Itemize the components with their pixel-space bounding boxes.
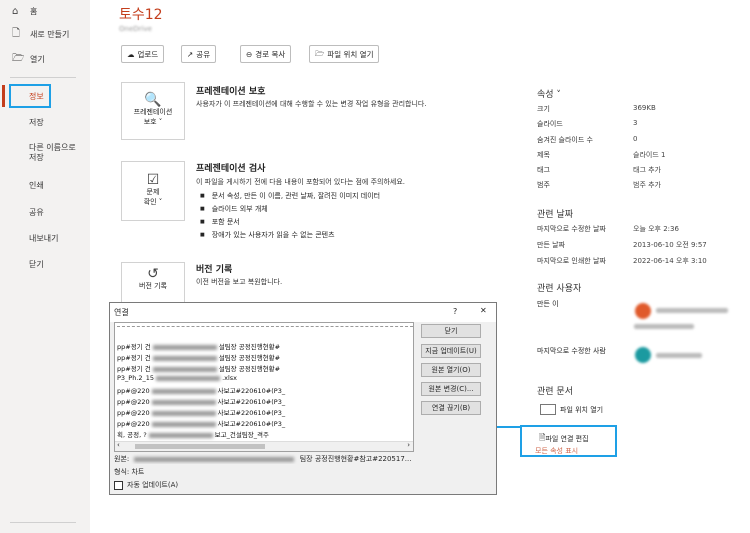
edit-links-dialog: 연결 ? ✕ pp#정기 건 설팀장 공정진행현황# pp#정기 건 설팀장 공정진…: [109, 302, 497, 495]
link-source-end: 사보고#220610#(P3_: [217, 409, 286, 417]
link-row[interactable]: pp#@220 사보고#220610#(P3_: [117, 407, 285, 417]
link-source-end: 사보고#220610#(P3_: [217, 398, 286, 406]
redacted-text: [151, 399, 216, 405]
link-source-start: pp#정기 건: [117, 354, 151, 362]
link-row[interactable]: pp#정기 건 설팀장 공정진행현황#: [117, 363, 280, 373]
link-source-end: .xlsx: [222, 374, 238, 382]
redacted-text: [151, 388, 216, 394]
type-label: 형식:: [114, 468, 130, 476]
link-source-end: 설팀장 공정진행현황#: [218, 365, 281, 373]
link-source-start: pp#@220: [117, 409, 150, 417]
redacted-text: [151, 410, 216, 416]
help-icon[interactable]: ?: [453, 307, 457, 316]
horizontal-scrollbar[interactable]: ‹ ›: [115, 441, 413, 451]
links-list[interactable]: pp#정기 건 설팀장 공정진행현황# pp#정기 건 설팀장 공정진행현황# pp…: [114, 322, 414, 452]
checkbox-box[interactable]: [114, 480, 123, 490]
link-source-end: 설팀장 공정진행현황#: [218, 354, 281, 362]
link-source-start: pp#@220: [117, 420, 150, 428]
redacted-text: [152, 355, 217, 361]
redacted-text: [156, 375, 221, 381]
link-source-start: 획, 공정, ?: [117, 431, 147, 439]
link-source-end: 설팀장 공정진행현황#: [218, 343, 281, 351]
link-row[interactable]: pp#@220 사보고#220610#(P3_: [117, 385, 285, 395]
link-source-start: pp#정기 건: [117, 343, 151, 351]
link-row[interactable]: P3_Ph.2_15 .xlsx: [117, 374, 237, 382]
scroll-left-icon[interactable]: ‹: [117, 441, 120, 449]
link-row[interactable]: pp#@220 사보고#220610#(P3_: [117, 396, 285, 406]
redacted-text: [148, 432, 213, 438]
list-header-divider: [117, 326, 413, 327]
link-source-start: pp#@220: [117, 398, 150, 406]
link-row[interactable]: pp#@220 사보고#220610#(P3_: [117, 418, 285, 428]
close-icon[interactable]: ✕: [480, 306, 487, 315]
link-source-end: 사보고#220610#(P3_: [217, 387, 286, 395]
redacted-text: [152, 366, 217, 372]
break-link-button[interactable]: 연결 끊기(B): [421, 401, 481, 415]
source-value: 팀장 공정진행현황#참고#220517...: [299, 455, 412, 463]
scrollbar-thumb[interactable]: [135, 444, 265, 449]
link-source-start: pp#@220: [117, 387, 150, 395]
dialog-title: 연결: [114, 308, 129, 317]
change-source-button[interactable]: 원본 변경(C)...: [421, 382, 481, 396]
link-source-start: pp#정기 건: [117, 365, 151, 373]
link-source-end: 보고_건설팀장_격주: [214, 431, 269, 439]
source-label: 원본:: [114, 455, 130, 463]
redacted-text: [134, 456, 295, 462]
type-value: 차트: [131, 468, 145, 476]
auto-update-label: 자동 업데이트(A): [127, 481, 179, 489]
close-dialog-button[interactable]: 닫기: [421, 324, 481, 338]
redacted-text: [152, 344, 217, 350]
link-source-end: 사보고#220610#(P3_: [217, 420, 286, 428]
update-now-button[interactable]: 지금 업데이트(U): [421, 344, 481, 358]
link-row[interactable]: pp#정기 건 설팀장 공정진행현황#: [117, 341, 280, 351]
scroll-right-icon[interactable]: ›: [407, 441, 410, 449]
type-line: 형식: 차트: [114, 467, 144, 477]
auto-update-checkbox[interactable]: 자동 업데이트(A): [114, 480, 178, 490]
open-source-button[interactable]: 원본 열기(O): [421, 363, 481, 377]
dialog-titlebar: 연결 ? ✕: [110, 303, 496, 322]
link-row[interactable]: 획, 공정, ? 보고_건설팀장_격주: [117, 429, 269, 439]
link-row[interactable]: pp#정기 건 설팀장 공정진행현황#: [117, 352, 280, 362]
redacted-text: [151, 421, 216, 427]
source-line: 원본: 팀장 공정진행현황#참고#220517...: [114, 454, 492, 464]
link-source-start: P3_Ph.2_15: [117, 374, 155, 382]
